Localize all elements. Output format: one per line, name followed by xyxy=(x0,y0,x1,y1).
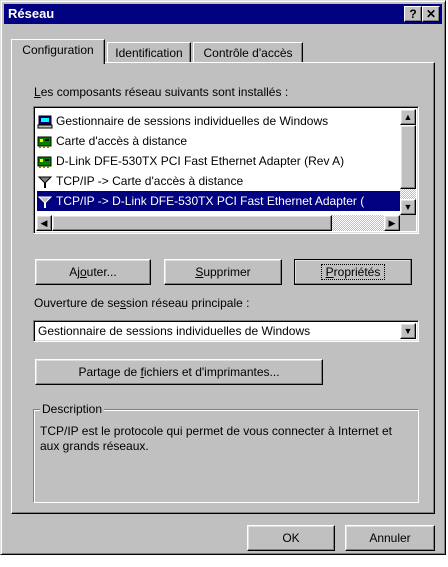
tab-configuration[interactable]: Configuration xyxy=(11,39,105,64)
list-viewport: Gestionnaire de sessions individuelles d… xyxy=(34,109,400,215)
cancel-button[interactable]: Annuler xyxy=(345,525,435,551)
tab-identification[interactable]: Identification xyxy=(107,42,191,64)
title-bar: Réseau ? ✕ xyxy=(4,4,442,24)
scroll-thumb[interactable] xyxy=(400,125,416,189)
description-title: Description xyxy=(40,402,105,416)
components-list[interactable]: Gestionnaire de sessions individuelles d… xyxy=(33,106,419,234)
network-dialog: Réseau ? ✕ Configuration Identification … xyxy=(0,0,446,555)
add-button[interactable]: Ajouter... xyxy=(35,259,151,285)
chevron-down-icon[interactable]: ▼ xyxy=(400,323,416,339)
tab-access-control[interactable]: Contrôle d'accès xyxy=(193,42,303,64)
scroll-right-button[interactable]: ▶ xyxy=(384,215,400,231)
help-button[interactable]: ? xyxy=(404,6,422,22)
protocol-icon xyxy=(37,175,53,189)
adapter-icon xyxy=(37,135,53,149)
list-item-dlink-adapter[interactable]: D-Link DFE-530TX PCI Fast Ethernet Adapt… xyxy=(37,151,400,171)
remove-button[interactable]: Supprimer xyxy=(164,259,282,285)
description-group: Description TCP/IP est le protocole qui … xyxy=(33,402,419,503)
window-title: Réseau xyxy=(8,6,55,21)
components-label: Les composants réseau suivants sont inst… xyxy=(34,85,289,99)
horizontal-scroll-thumb[interactable] xyxy=(52,215,332,231)
close-button[interactable]: ✕ xyxy=(422,6,440,22)
protocol-icon xyxy=(37,195,53,209)
scroll-left-button[interactable]: ◀ xyxy=(36,215,52,231)
list-item-tcpip-dlink[interactable]: TCP/IP -> D-Link DFE-530TX PCI Fast Ethe… xyxy=(37,191,400,211)
list-horizontal-scrollbar[interactable]: ◀ ▶ xyxy=(36,215,400,231)
list-item-client[interactable]: Gestionnaire de sessions individuelles d… xyxy=(37,111,400,131)
logon-select[interactable]: Gestionnaire de sessions individuelles d… xyxy=(33,320,419,342)
list-item-dialup-adapter[interactable]: Carte d'accès à distance xyxy=(37,131,400,151)
scroll-down-button[interactable]: ▼ xyxy=(400,199,416,215)
list-vertical-scrollbar[interactable]: ▲ ▼ xyxy=(400,109,416,215)
adapter-icon xyxy=(37,155,53,169)
logon-label: Ouverture de session réseau principale : xyxy=(34,296,250,310)
client-icon xyxy=(37,115,53,129)
file-printer-sharing-button[interactable]: Partage de fichiers et d'imprimantes... xyxy=(35,359,323,385)
logon-select-value: Gestionnaire de sessions individuelles d… xyxy=(38,324,311,338)
ok-button[interactable]: OK xyxy=(247,525,335,551)
scroll-corner xyxy=(400,215,416,231)
description-text: TCP/IP est le protocole qui permet de vo… xyxy=(40,424,392,453)
configuration-panel: Les composants réseau suivants sont inst… xyxy=(11,62,435,514)
scroll-up-button[interactable]: ▲ xyxy=(400,109,416,125)
list-item-tcpip-dialup[interactable]: TCP/IP -> Carte d'accès à distance xyxy=(37,171,400,191)
properties-button[interactable]: Propriétés xyxy=(294,259,412,285)
